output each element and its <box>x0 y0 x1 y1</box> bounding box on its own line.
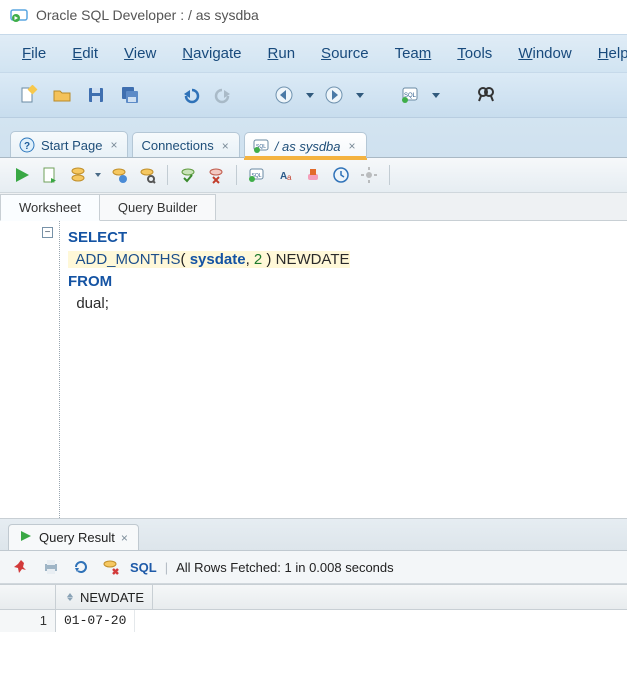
refresh-button[interactable] <box>70 556 92 578</box>
rownum-header[interactable] <box>0 585 56 609</box>
column-header-newdate[interactable]: NEWDATE <box>56 585 153 609</box>
editor-subtabs: Worksheet Query Builder <box>0 193 627 221</box>
sql-link[interactable]: SQL <box>130 560 157 575</box>
menu-window[interactable]: Window <box>512 41 577 66</box>
print-button[interactable] <box>40 556 62 578</box>
app-logo-icon <box>10 6 28 24</box>
nav-fwd-button[interactable] <box>320 81 348 109</box>
table-row[interactable]: 1 01-07-20 <box>0 610 627 632</box>
menu-file[interactable]: File <box>16 41 52 66</box>
open-button[interactable] <box>48 81 76 109</box>
sql-worksheet-icon: SQL <box>253 138 269 154</box>
close-icon[interactable]: × <box>349 139 356 153</box>
caret-icon[interactable] <box>95 173 101 177</box>
settings-button[interactable] <box>357 163 381 187</box>
nav-fwd-caret-icon[interactable] <box>356 93 364 98</box>
main-toolbar: SQL <box>0 73 627 118</box>
find-button[interactable] <box>472 81 500 109</box>
svg-text:a: a <box>287 173 292 182</box>
save-all-button[interactable] <box>116 81 144 109</box>
nav-back-caret-icon[interactable] <box>306 93 314 98</box>
delete-result-button[interactable] <box>100 556 122 578</box>
menu-tools[interactable]: Tools <box>451 41 498 66</box>
save-button[interactable] <box>82 81 110 109</box>
tab-connections[interactable]: Connections × <box>132 132 239 157</box>
sql-editor[interactable]: − SELECT ADD_MONTHS( sysdate, 2 ) NEWDAT… <box>0 221 627 519</box>
column-label: NEWDATE <box>80 590 144 605</box>
clear-button[interactable] <box>301 163 325 187</box>
sql-worksheet-button[interactable]: SQL <box>396 81 424 109</box>
tab-label: / as sysdba <box>275 139 341 154</box>
menu-run[interactable]: Run <box>262 41 302 66</box>
run-script-button[interactable] <box>38 163 62 187</box>
nav-back-button[interactable] <box>270 81 298 109</box>
redo-button[interactable] <box>210 81 238 109</box>
fetch-status: All Rows Fetched: 1 in 0.008 seconds <box>176 560 394 575</box>
autotrace-button[interactable] <box>107 163 131 187</box>
sql-code[interactable]: SELECT ADD_MONTHS( sysdate, 2 ) NEWDATE … <box>60 221 627 518</box>
tab-query-result[interactable]: Query Result × <box>8 524 139 550</box>
close-icon[interactable]: × <box>110 138 117 152</box>
results-toolbar: SQL | All Rows Fetched: 1 in 0.008 secon… <box>0 551 627 584</box>
explain-plan-button[interactable] <box>66 163 90 187</box>
commit-button[interactable] <box>176 163 200 187</box>
tab-label: Start Page <box>41 138 102 153</box>
undo-button[interactable] <box>176 81 204 109</box>
svg-text:?: ? <box>24 141 30 152</box>
literal-2: 2 <box>254 251 262 268</box>
tab-label: Connections <box>141 138 213 153</box>
editor-gutter: − <box>0 221 60 518</box>
close-icon[interactable]: × <box>222 139 229 153</box>
fn-addmonths: ADD_MONTHS <box>76 251 181 268</box>
kw-sysdate: sysdate <box>190 251 246 268</box>
run-statement-button[interactable] <box>10 163 34 187</box>
menu-source[interactable]: Source <box>315 41 375 66</box>
tab-label: Query Result <box>39 530 115 545</box>
kw-select: SELECT <box>68 229 127 246</box>
subtab-worksheet[interactable]: Worksheet <box>0 194 100 221</box>
tbl-dual: dual <box>76 295 104 312</box>
fold-toggle-icon[interactable]: − <box>42 227 53 238</box>
editor-toolbar: SQL Aa <box>0 158 627 193</box>
tab-active-connection[interactable]: SQL / as sysdba × <box>244 132 367 158</box>
tab-start-page[interactable]: ? Start Page × <box>10 131 128 157</box>
kw-from: FROM <box>68 273 112 290</box>
close-icon[interactable]: × <box>121 531 128 545</box>
results-tabstrip: Query Result × <box>0 519 627 551</box>
menu-edit[interactable]: Edit <box>66 41 104 66</box>
separator <box>236 165 237 185</box>
window-title: Oracle SQL Developer : / as sysdba <box>36 7 259 23</box>
unshared-worksheet-button[interactable]: SQL <box>245 163 269 187</box>
rollback-button[interactable] <box>204 163 228 187</box>
grid-header: NEWDATE <box>0 585 627 610</box>
menu-navigate[interactable]: Navigate <box>176 41 247 66</box>
sql-worksheet-caret-icon[interactable] <box>432 93 440 98</box>
menu-help[interactable]: Help <box>592 41 627 66</box>
sql-tuning-button[interactable] <box>135 163 159 187</box>
menubar: File Edit View Navigate Run Source Team … <box>0 34 627 73</box>
alias-newdate: NEWDATE <box>276 251 350 268</box>
separator <box>389 165 390 185</box>
pin-button[interactable] <box>10 556 32 578</box>
to-uppercase-button[interactable]: Aa <box>273 163 297 187</box>
subtab-query-builder[interactable]: Query Builder <box>99 194 216 220</box>
result-grid: NEWDATE 1 01-07-20 <box>0 584 627 632</box>
cell-newdate[interactable]: 01-07-20 <box>56 610 135 632</box>
sql-history-button[interactable] <box>329 163 353 187</box>
new-button[interactable] <box>14 81 42 109</box>
doc-tabstrip: ? Start Page × Connections × SQL / as sy… <box>0 118 627 158</box>
titlebar: Oracle SQL Developer : / as sysdba <box>0 0 627 34</box>
sort-icon <box>64 591 76 603</box>
run-result-icon <box>19 529 33 546</box>
help-icon: ? <box>19 137 35 153</box>
separator <box>167 165 168 185</box>
menu-view[interactable]: View <box>118 41 162 66</box>
menu-team[interactable]: Team <box>389 41 438 66</box>
row-number: 1 <box>0 610 56 632</box>
